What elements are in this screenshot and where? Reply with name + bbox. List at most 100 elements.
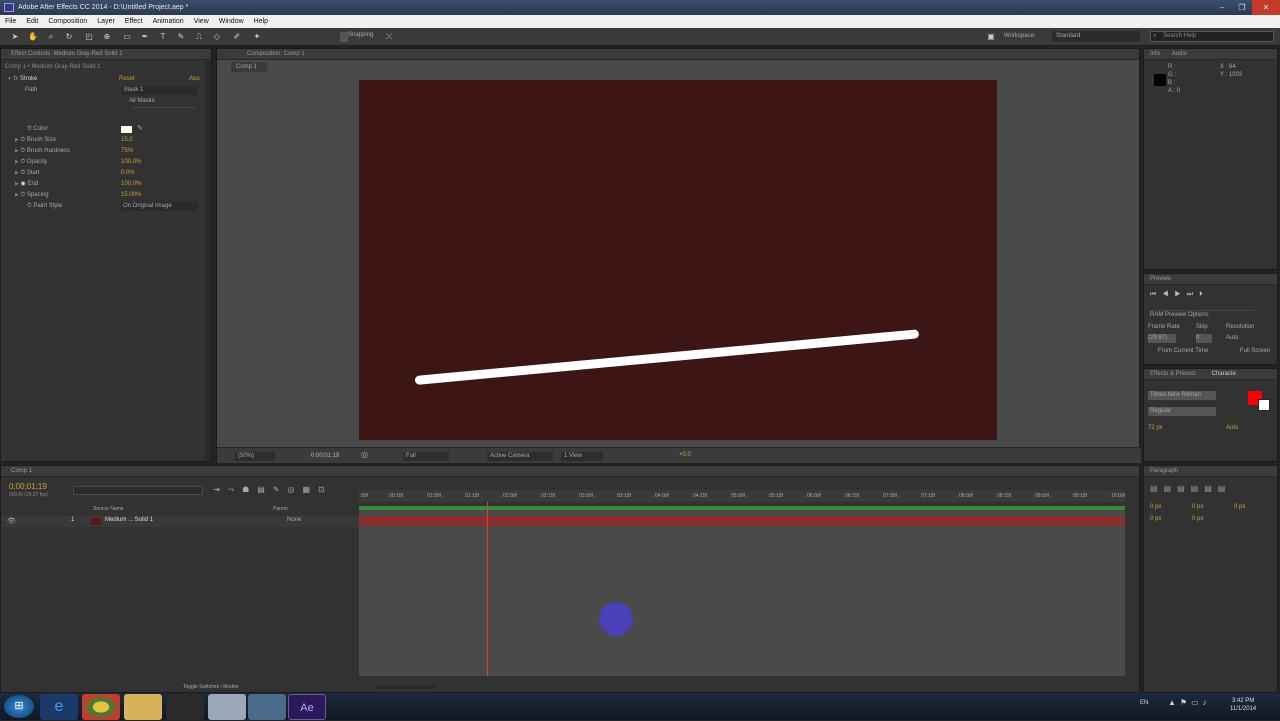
skip-input[interactable]: 0 (1196, 334, 1212, 343)
effects-presets-tab[interactable]: Effects & Presets (1150, 371, 1196, 377)
about-link[interactable]: Abo (189, 74, 200, 84)
layer-name[interactable]: Medium ... Solid 1 (105, 517, 153, 523)
roto-brush-tool-icon[interactable]: ✐ (232, 32, 242, 42)
leading-value[interactable]: Auto (1226, 425, 1238, 431)
menu-effect[interactable]: Effect (120, 15, 148, 28)
stopwatch-icon[interactable]: ⏱ (27, 126, 32, 132)
selection-tool-icon[interactable]: ➤ (10, 32, 20, 42)
zoom-select[interactable]: (50%) (235, 452, 275, 461)
media-player-icon[interactable] (166, 694, 204, 720)
timeline-search-input[interactable] (73, 486, 203, 495)
eye-visibility-icon[interactable]: 👁 (7, 517, 16, 525)
file-explorer-icon[interactable] (124, 694, 162, 720)
menu-edit[interactable]: Edit (21, 15, 43, 28)
menu-help[interactable]: Help (249, 15, 273, 28)
font-size-value[interactable]: 72 px (1148, 425, 1163, 431)
playback-controls[interactable]: ⏮◀▶⏭⏵ (1150, 291, 1209, 299)
param-start-value[interactable]: 0.0% (121, 168, 135, 178)
close-button[interactable]: ✕ (1252, 0, 1280, 15)
param-end-label[interactable]: ▶ ◉ End (15, 179, 38, 189)
after-effects-taskbar-icon[interactable]: Ae (288, 694, 326, 720)
chrome-icon[interactable] (82, 694, 120, 720)
parent-select[interactable]: None (287, 517, 301, 523)
param-spacing-label[interactable]: ▶ ⏱ Spacing (15, 190, 49, 200)
preview-tab[interactable]: Preview (1144, 274, 1277, 285)
type-tool-icon[interactable]: T (158, 32, 168, 42)
alignment-buttons[interactable]: ▤▤▤▤▤▤ (1150, 484, 1231, 493)
info-tab[interactable]: Info (1150, 51, 1160, 57)
notepad-icon[interactable] (208, 694, 246, 720)
camera-tool-icon[interactable]: ◰ (84, 32, 94, 42)
time-ruler[interactable]: 00f 00:15f 01:00f 01:15f 02:00f 02:15f 0… (359, 490, 1125, 502)
rectangle-tool-icon[interactable]: ▭ (122, 32, 132, 42)
view-layout-select[interactable]: 1 View (561, 452, 603, 461)
eyedropper-icon[interactable]: ✎ (137, 124, 143, 132)
layer-row[interactable]: 👁 1 Medium ... Solid 1 None (1, 516, 359, 527)
eraser-tool-icon[interactable]: ◇ (212, 32, 222, 42)
font-family-select[interactable]: Times New Roman (1148, 391, 1216, 400)
menu-composition[interactable]: Composition (43, 15, 92, 28)
clone-stamp-tool-icon[interactable]: ⎍ (194, 32, 204, 42)
minimize-button[interactable]: – (1212, 0, 1232, 15)
app-icon-taskbar[interactable] (248, 694, 286, 720)
effect-controls-tab[interactable]: Effect Controls: Medium Gray-Red Solid 1 (1, 49, 211, 60)
param-start-label[interactable]: ▶ ⏱ Start (15, 168, 40, 178)
composition-canvas[interactable] (359, 80, 997, 440)
paragraph-tab[interactable]: Paragraph (1144, 466, 1277, 477)
current-time-display[interactable]: 0;00;01;19 (311, 452, 353, 461)
stroke-color-swatch[interactable] (1258, 399, 1270, 411)
current-time-indicator[interactable] (487, 494, 488, 676)
snap-options-icon[interactable]: ⤫ (384, 32, 394, 42)
effect-header-stroke[interactable]: ▼ fx Stroke (7, 74, 37, 84)
internet-explorer-icon[interactable]: e (40, 694, 78, 720)
resolution-select[interactable]: Full (403, 452, 449, 461)
puppet-tool-icon[interactable]: ✦ (252, 32, 262, 42)
start-button[interactable]: ⊞ (4, 695, 34, 718)
ram-preview-options[interactable]: RAM Preview Options (1150, 310, 1254, 319)
menu-animation[interactable]: Animation (148, 15, 189, 28)
workspace-select[interactable]: Standard (1052, 31, 1140, 42)
language-indicator[interactable]: EN (1140, 700, 1148, 706)
timeline-tab[interactable]: Comp 1 (1, 466, 1139, 477)
param-brush-hardness-value[interactable]: 75% (121, 146, 133, 156)
pan-behind-tool-icon[interactable]: ⊕ (102, 32, 112, 42)
comp-subtab[interactable]: Comp 1 (231, 62, 267, 72)
timeline-tracks[interactable] (359, 494, 1125, 676)
param-spacing-value[interactable]: 15.00% (121, 190, 141, 200)
exposure-value[interactable]: +0.0 (679, 452, 691, 458)
param-opacity-label[interactable]: ▶ ⏱ Opacity (15, 157, 47, 167)
space-after-value[interactable]: 0 px (1192, 516, 1203, 522)
tray-icons[interactable]: ▲⚑▭♪ (1168, 698, 1211, 707)
first-indent-value[interactable]: 0 px (1234, 504, 1245, 510)
zoom-tool-icon[interactable]: ⌕ (46, 32, 56, 42)
stroke-sequentially-option[interactable] (131, 107, 197, 113)
camera-select[interactable]: Active Camera (487, 452, 553, 461)
menu-layer[interactable]: Layer (92, 15, 120, 28)
clock[interactable]: 3:42 PM 11/1/2014 (1230, 697, 1256, 713)
search-help-input[interactable]: ⌕ Search Help (1150, 31, 1274, 42)
preview-resolution-select[interactable]: Auto (1226, 334, 1266, 343)
rotation-tool-icon[interactable]: ↻ (64, 32, 74, 42)
param-brush-hardness-label[interactable]: ▶ ⏱ Brush Hardness (15, 146, 70, 156)
full-screen-checkbox[interactable]: Full Screen (1240, 348, 1270, 354)
timeline-timecode[interactable]: 0;00;01;19 (9, 482, 47, 491)
snapping-checkbox[interactable] (340, 32, 348, 42)
maximize-button[interactable]: ❐ (1232, 0, 1252, 15)
menu-window[interactable]: Window (214, 15, 249, 28)
reset-link[interactable]: Reset (119, 74, 135, 84)
effect-controls-scrollbar[interactable] (205, 61, 211, 461)
param-opacity-value[interactable]: 100.0% (121, 157, 141, 167)
frame-rate-select[interactable]: (29.97) (1148, 334, 1176, 343)
snapshot-icon[interactable]: ◎ (361, 450, 368, 459)
audio-tab[interactable]: Audio (1172, 51, 1187, 57)
toggle-switches-modes[interactable]: Toggle Switches / Modes (183, 684, 238, 690)
from-current-time-checkbox[interactable]: From Current Time (1158, 348, 1208, 354)
character-tab[interactable]: Characte (1212, 371, 1236, 377)
brush-tool-icon[interactable]: ✎ (176, 32, 186, 42)
composition-tab[interactable]: Composition: Comp 1 (217, 49, 1139, 60)
hand-tool-icon[interactable]: ✋ (28, 32, 38, 42)
menu-file[interactable]: File (0, 15, 21, 28)
menu-view[interactable]: View (189, 15, 214, 28)
zoom-slider[interactable] (375, 685, 435, 689)
layer-duration-bar[interactable] (359, 516, 1125, 526)
